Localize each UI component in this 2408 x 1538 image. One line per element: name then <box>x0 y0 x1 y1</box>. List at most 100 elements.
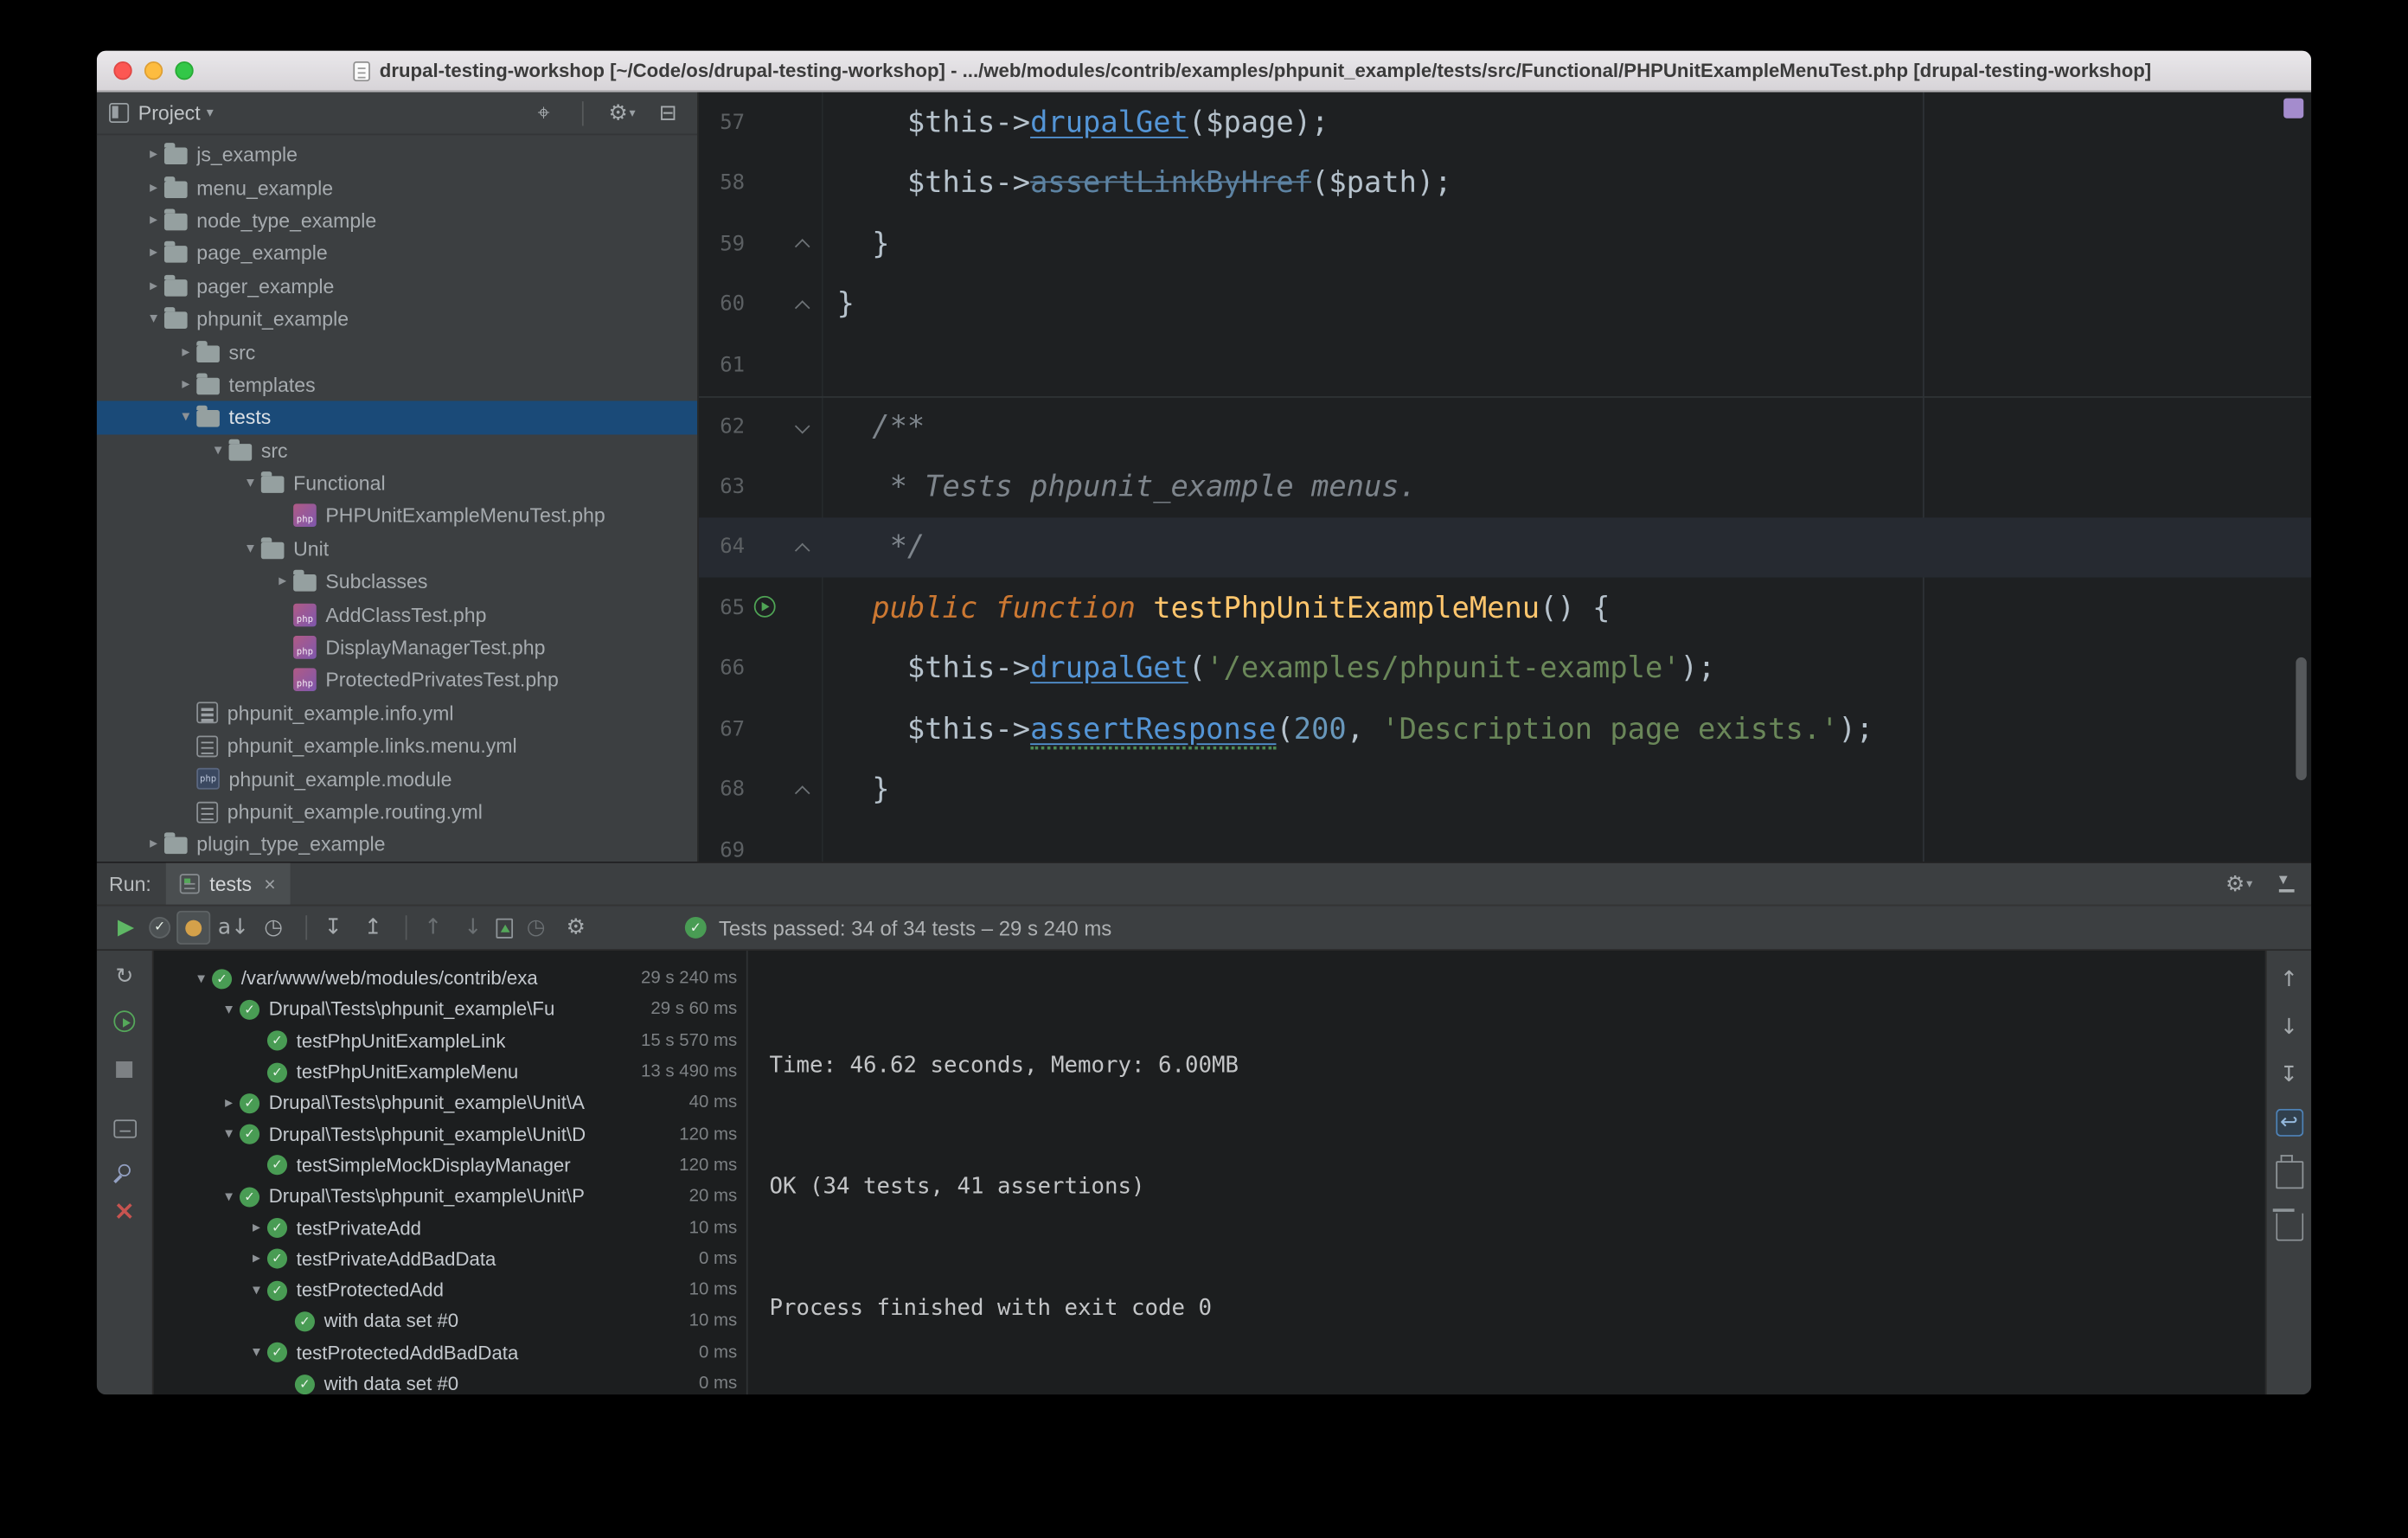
expand-arrow-icon[interactable]: ▸ <box>175 376 196 394</box>
expand-arrow-icon[interactable]: ▸ <box>143 278 164 295</box>
project-item-subclasses[interactable]: ▸ Subclasses <box>97 566 697 599</box>
project-item-phpunit-example-links-menu-yml[interactable]: phpunit_example.links.menu.yml <box>97 729 697 762</box>
previous-failed-test-icon[interactable]: ↑ <box>416 911 450 945</box>
project-item-phpunitexamplemenutest-php[interactable]: PHPUnitExampleMenuTest.php <box>97 500 697 533</box>
test-item-testprivateaddbaddata[interactable]: ▸ ✓ testPrivateAddBadData 0 ms <box>154 1244 746 1275</box>
editor-line-65[interactable]: 65 public function testPhpUnitExampleMen… <box>699 578 2311 638</box>
zoom-window-button[interactable] <box>175 61 194 80</box>
editor-line-60[interactable]: 60} <box>699 274 2311 335</box>
collapse-arrow-icon[interactable]: ▾ <box>240 541 261 558</box>
test-item-with-data-set-0[interactable]: ✓ with data set #0 0 ms <box>154 1368 746 1394</box>
test-item-testprivateadd[interactable]: ▸ ✓ testPrivateAdd 10 ms <box>154 1213 746 1244</box>
minimize-window-button[interactable] <box>144 61 163 80</box>
close-tab-icon[interactable]: × <box>264 872 275 895</box>
project-item-page-example[interactable]: ▸ page_example <box>97 237 697 270</box>
sort-alphabetically-icon[interactable]: a↓ <box>216 911 250 945</box>
collapse-arrow-icon[interactable]: ▾ <box>218 1002 240 1019</box>
project-item-displaymanagertest-php[interactable]: DisplayManagerTest.php <box>97 631 697 663</box>
test-item-drupal-tests-phpunit-example-unit-a[interactable]: ▸ ✓ Drupal\Tests\phpunit_example\Unit\A 40 … <box>154 1087 746 1118</box>
test-item-with-data-set-0[interactable]: ✓ with data set #0 10 ms <box>154 1306 746 1337</box>
test-item-testphpunitexamplemenu[interactable]: ✓ testPhpUnitExampleMenu 13 s 490 ms <box>154 1056 746 1087</box>
editor-line-58[interactable]: 58 $this->assertLinkByHref($path); <box>699 153 2311 214</box>
close-window-button[interactable] <box>113 61 132 80</box>
editor-line-62[interactable]: 62 /** <box>698 395 2312 456</box>
console-output-icon[interactable] <box>112 1119 137 1138</box>
inspection-indicator[interactable] <box>2283 98 2304 119</box>
collapse-arrow-icon[interactable]: ▾ <box>218 1189 240 1206</box>
project-item-protectedprivatestest-php[interactable]: ProtectedPrivatesTest.php <box>97 663 697 696</box>
soft-wrap-icon[interactable]: ↩ <box>2275 1108 2303 1137</box>
fold-marker-icon[interactable] <box>791 537 812 559</box>
project-item-functional[interactable]: ▾ Functional <box>97 467 697 500</box>
fold-marker-icon[interactable] <box>791 779 812 801</box>
project-item-menu-example[interactable]: ▸ menu_example <box>97 171 697 204</box>
expand-arrow-icon[interactable]: ▸ <box>246 1251 267 1268</box>
fold-marker-icon[interactable] <box>791 234 812 255</box>
test-item-drupal-tests-phpunit-example-fu[interactable]: ▾ ✓ Drupal\Tests\phpunit_example\Fu 29 s 60… <box>154 994 746 1025</box>
editor-line-64[interactable]: 64 */ <box>698 516 2312 578</box>
stop-icon[interactable]: ■ <box>107 1052 141 1086</box>
expand-all-icon[interactable]: ↧ <box>317 911 350 945</box>
sort-by-duration-icon[interactable]: ◷ <box>257 911 291 945</box>
project-item-plugin-type-example[interactable]: ▸ plugin_type_example <box>97 828 697 861</box>
run-tab-tests[interactable]: tests × <box>166 862 290 905</box>
clear-console-icon[interactable] <box>2271 1208 2303 1241</box>
test-item-drupal-tests-phpunit-example-unit-p[interactable]: ▾ ✓ Drupal\Tests\phpunit_example\Unit\P 20 … <box>154 1181 746 1212</box>
test-item-drupal-tests-phpunit-example-unit-d[interactable]: ▾ ✓ Drupal\Tests\phpunit_example\Unit\D 120… <box>154 1118 746 1150</box>
project-item-phpunit-example[interactable]: ▾ phpunit_example <box>97 303 697 336</box>
run-configuration-icon[interactable] <box>113 1010 136 1033</box>
expand-arrow-icon[interactable]: ▸ <box>143 836 164 854</box>
editor-line-63[interactable]: 63 * Tests phpunit_example menus. <box>699 456 2311 516</box>
collapse-arrow-icon[interactable]: ▾ <box>240 475 261 492</box>
project-panel-title[interactable]: Project <box>138 101 201 125</box>
editor-line-59[interactable]: 59 } <box>699 214 2311 274</box>
project-item-tests[interactable]: ▾ tests <box>96 401 698 434</box>
editor-line-57[interactable]: 57 $this->drupalGet($page); <box>699 93 2311 153</box>
settings-icon[interactable]: ⚙ ▾ <box>605 96 639 130</box>
import-test-results-icon[interactable] <box>496 917 514 938</box>
test-item-testsimplemockdisplaymanager[interactable]: ✓ testSimpleMockDisplayManager 120 ms <box>154 1150 746 1181</box>
collapse-all-icon[interactable]: ↥ <box>356 911 390 945</box>
project-item-phpunit-example-module[interactable]: phpunit_example.module <box>97 762 697 795</box>
show-passed-icon[interactable] <box>149 916 171 939</box>
project-item-addclasstest-php[interactable]: AddClassTest.php <box>97 599 697 631</box>
code-editor[interactable]: 57 $this->drupalGet($page); 58 $this->ass… <box>698 92 2312 862</box>
close-panel-icon[interactable]: × <box>107 1195 141 1228</box>
project-item-phpunit-example-routing-yml[interactable]: phpunit_example.routing.yml <box>97 795 697 828</box>
console-output[interactable]: Time: 46.62 seconds, Memory: 6.00MB OK (… <box>748 951 2265 1394</box>
expand-arrow-icon[interactable]: ▸ <box>143 212 164 229</box>
project-item-js-example[interactable]: ▸ js_example <box>97 138 697 171</box>
collapse-arrow-icon[interactable]: ▾ <box>143 311 164 328</box>
fold-marker-icon[interactable] <box>791 417 812 439</box>
collapse-arrow-icon[interactable]: ▾ <box>246 1344 267 1362</box>
collapse-arrow-icon[interactable]: ▾ <box>175 409 196 426</box>
project-item-unit[interactable]: ▾ Unit <box>97 533 697 566</box>
test-history-icon[interactable]: ◷ <box>519 911 553 945</box>
expand-arrow-icon[interactable]: ▸ <box>143 146 164 163</box>
editor-line-61[interactable]: 61 <box>699 335 2311 395</box>
test-item-var-www-web-modules-contrib-exa[interactable]: ▾ ✓ /var/www/web/modules/contrib/exa 29 s 2… <box>154 963 746 994</box>
expand-arrow-icon[interactable]: ▸ <box>175 343 196 361</box>
hide-project-panel-icon[interactable]: ⊟ <box>651 96 685 130</box>
settings-icon[interactable]: ⚙ <box>559 911 592 945</box>
show-ignored-icon[interactable]: ● <box>176 910 211 945</box>
expand-arrow-icon[interactable]: ▸ <box>143 245 164 262</box>
expand-arrow-icon[interactable]: ▸ <box>143 179 164 196</box>
editor-line-66[interactable]: 66 $this->drupalGet('/examples/phpunit-e… <box>699 638 2311 699</box>
editor-line-69[interactable]: 69 <box>699 820 2311 862</box>
print-console-icon[interactable] <box>2275 1155 2303 1189</box>
expand-arrow-icon[interactable]: ▸ <box>246 1220 267 1237</box>
next-failed-test-icon[interactable]: ↓ <box>456 911 490 945</box>
chevron-down-icon[interactable]: ▾ <box>207 105 214 122</box>
rerun-tests-icon[interactable]: ▶ <box>109 911 143 945</box>
rerun-icon[interactable]: ↻ <box>107 960 141 994</box>
editor-line-68[interactable]: 68 } <box>699 759 2311 820</box>
project-item-src[interactable]: ▾ src <box>97 434 697 467</box>
editor-line-67[interactable]: 67 $this->assertResponse(200, 'Descripti… <box>699 699 2311 759</box>
project-item-src[interactable]: ▸ src <box>97 336 697 368</box>
test-item-testphpunitexamplelink[interactable]: ✓ testPhpUnitExampleLink 15 s 570 ms <box>154 1025 746 1056</box>
run-test-icon[interactable] <box>753 595 776 618</box>
project-item-templates[interactable]: ▸ templates <box>97 368 697 401</box>
settings-icon[interactable]: ⚙ ▾ <box>2222 867 2256 900</box>
collapse-arrow-icon[interactable]: ▾ <box>190 970 212 987</box>
